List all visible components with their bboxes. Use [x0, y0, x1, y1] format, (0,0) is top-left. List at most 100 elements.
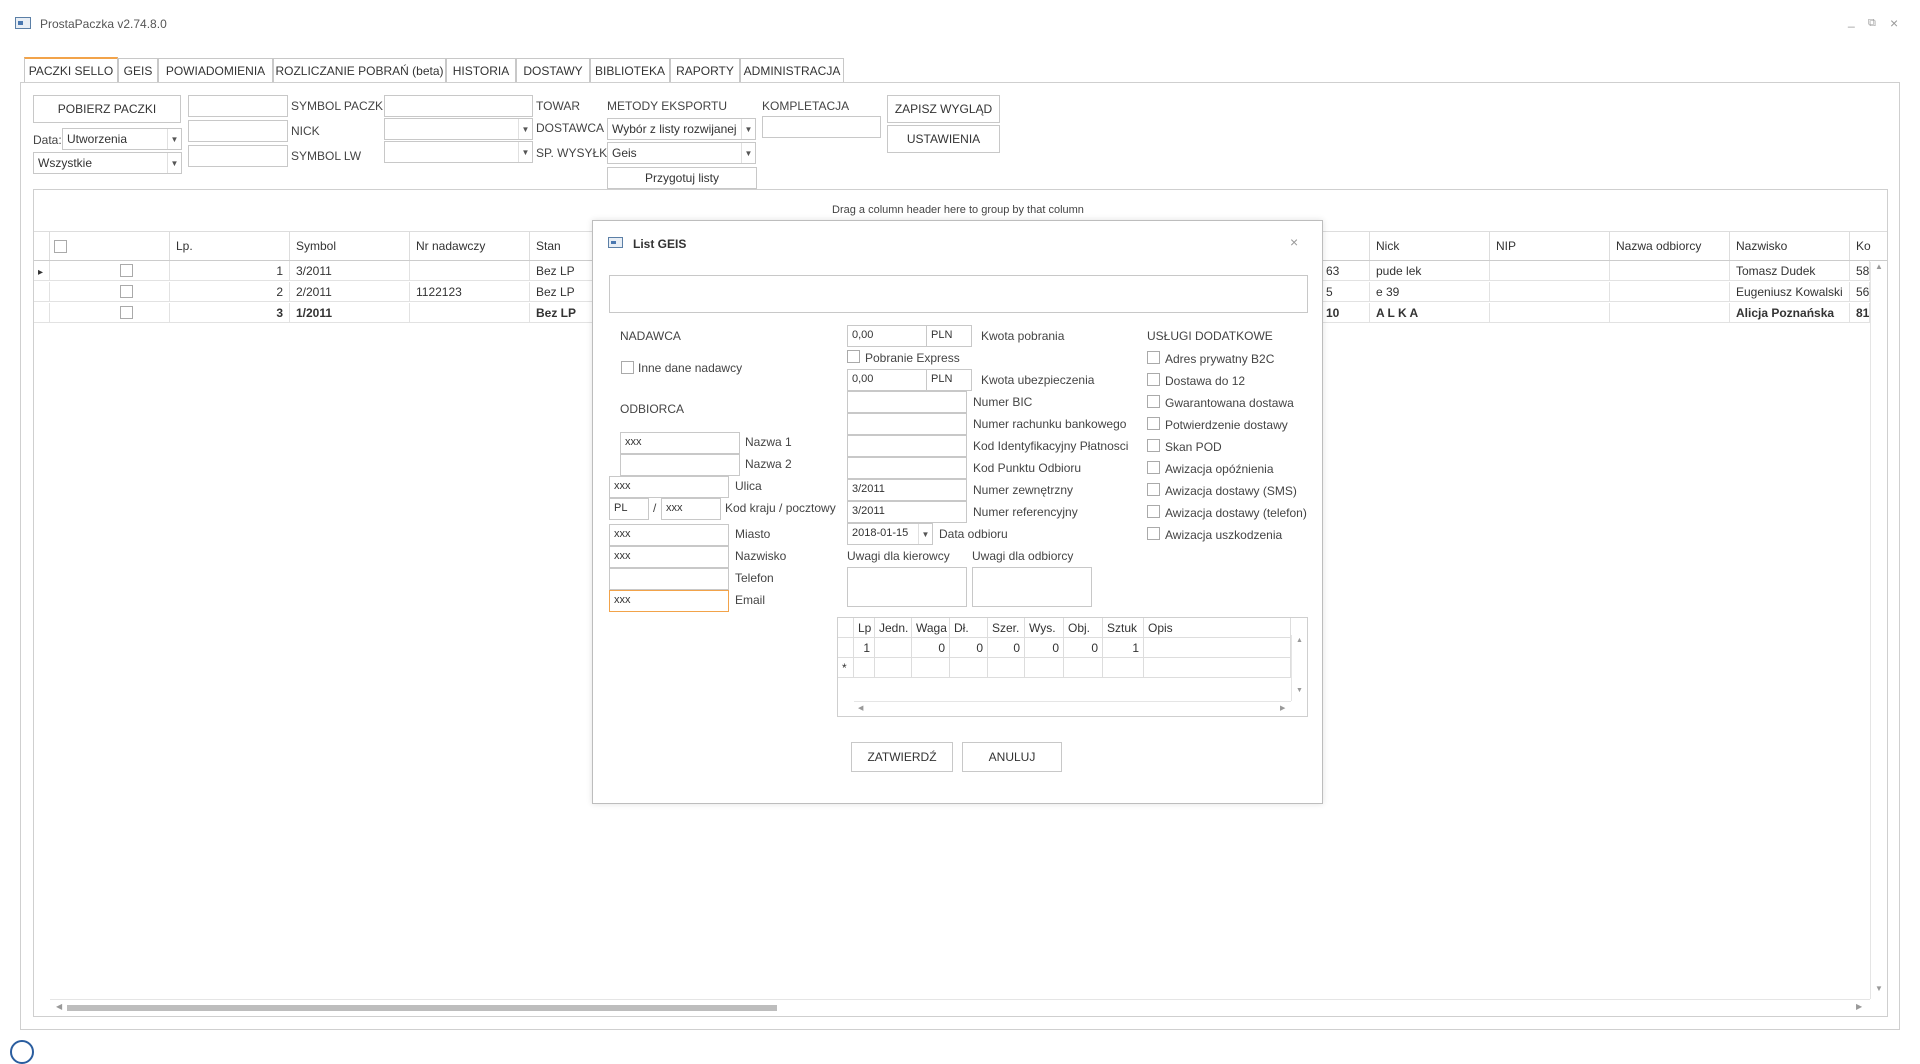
uwagi-odbiorcy-input[interactable]: [972, 567, 1092, 607]
cell-nick[interactable]: pude lek: [1370, 261, 1490, 281]
cell-ko[interactable]: 81: [1850, 303, 1870, 323]
subgrid-new-cell[interactable]: [875, 658, 912, 678]
row-checkbox[interactable]: [120, 306, 133, 319]
subgrid-cell[interactable]: [1144, 638, 1291, 658]
vertical-scrollbar[interactable]: ▲ ▼: [1870, 262, 1886, 999]
cell-ko[interactable]: 56-: [1850, 282, 1870, 302]
nazwa1-input[interactable]: xxx: [620, 432, 740, 454]
cell-nazwa-odbiorcy[interactable]: [1610, 261, 1730, 281]
subgrid-new-cell[interactable]: [1064, 658, 1103, 678]
cell-nip[interactable]: [1490, 282, 1610, 302]
subgrid-header-col[interactable]: Sztuk: [1103, 618, 1144, 638]
numer-zewnetrzny-input[interactable]: 3/2011: [847, 479, 967, 501]
status-filter-select[interactable]: Wszystkie ▼: [33, 152, 182, 174]
cell-symbol[interactable]: 3/2011: [290, 261, 410, 281]
subgrid-header-col[interactable]: Opis: [1144, 618, 1291, 638]
row-select[interactable]: [50, 261, 170, 281]
telefon-input[interactable]: [609, 568, 729, 590]
cell-nick[interactable]: e 39: [1370, 282, 1490, 302]
grid-header-nazwisko[interactable]: Nazwisko: [1730, 232, 1850, 260]
ulica-input[interactable]: xxx: [609, 476, 729, 498]
data-type-select[interactable]: Utworzenia ▼: [62, 128, 182, 150]
subgrid-cell[interactable]: 0: [1064, 638, 1103, 658]
subgrid-header-col[interactable]: Dł.: [950, 618, 988, 638]
subgrid-cell[interactable]: 0: [988, 638, 1025, 658]
cell-nip[interactable]: [1490, 261, 1610, 281]
grid-header-nick[interactable]: Nick: [1370, 232, 1490, 260]
usluga-checkbox[interactable]: [1147, 417, 1160, 430]
symbol-lw-input[interactable]: [188, 145, 288, 167]
cell-nazwisko[interactable]: Tomasz Dudek: [1730, 261, 1850, 281]
select-all-checkbox[interactable]: [54, 240, 67, 253]
usluga-checkbox[interactable]: [1147, 439, 1160, 452]
scroll-up-icon[interactable]: ▲: [1875, 262, 1883, 271]
grid-header-stan[interactable]: Stan: [530, 232, 600, 260]
subgrid-header-col[interactable]: Obj.: [1064, 618, 1103, 638]
uwagi-kierowcy-input[interactable]: [847, 567, 967, 607]
nazwisko-input[interactable]: xxx: [609, 546, 729, 568]
tab-paczki-sello[interactable]: PACZKI SELLO: [24, 57, 118, 82]
row-checkbox[interactable]: [120, 285, 133, 298]
subgrid-cell[interactable]: 0: [950, 638, 988, 658]
scroll-up-icon[interactable]: ▲: [1296, 637, 1303, 644]
usluga-checkbox[interactable]: [1147, 527, 1160, 540]
scroll-right-icon[interactable]: ▶: [1856, 1002, 1862, 1011]
subgrid-cell[interactable]: 0: [912, 638, 950, 658]
subgrid-cell[interactable]: 1: [1103, 638, 1144, 658]
scroll-right-icon[interactable]: ▶: [1280, 704, 1285, 712]
zapisz-wyglad-button[interactable]: ZAPISZ WYGLĄD: [887, 95, 1000, 123]
cell-lp[interactable]: 3: [170, 303, 290, 323]
tab-historia[interactable]: HISTORIA: [446, 58, 516, 82]
cell-hidden-partial[interactable]: 63: [1320, 261, 1370, 281]
dialog-top-field[interactable]: [609, 275, 1308, 313]
numer-rachunku-input[interactable]: [847, 413, 967, 435]
tab-powiadomienia[interactable]: POWIADOMIENIA: [158, 58, 273, 82]
cell-nr-nadawczy[interactable]: [410, 303, 530, 323]
subgrid-header-col[interactable]: Jedn.: [875, 618, 912, 638]
kwota-ubezpieczenia-input[interactable]: 0,00: [847, 369, 927, 391]
grid-header-nazwa-odbiorcy[interactable]: Nazwa odbiorcy: [1610, 232, 1730, 260]
scroll-down-icon[interactable]: ▼: [1296, 687, 1303, 694]
row-indicator[interactable]: [34, 303, 50, 323]
grid-header-nr-nadawczy[interactable]: Nr nadawczy: [410, 232, 530, 260]
subgrid-header-col[interactable]: Szer.: [988, 618, 1025, 638]
subgrid-header-col[interactable]: Waga: [912, 618, 950, 638]
cell-nazwa-odbiorcy[interactable]: [1610, 303, 1730, 323]
usluga-checkbox[interactable]: [1147, 373, 1160, 386]
metody-eksportu-select[interactable]: Wybór z listy rozwijanej ▼: [607, 118, 756, 140]
tab-dostawy[interactable]: DOSTAWY: [516, 58, 590, 82]
zatwierdz-button[interactable]: ZATWIERDŹ: [851, 742, 953, 772]
numer-referencyjny-input[interactable]: 3/2011: [847, 501, 967, 523]
waluta-ubezpieczenia[interactable]: PLN: [926, 369, 972, 391]
cell-hidden-partial[interactable]: 5: [1320, 282, 1370, 302]
row-select[interactable]: [50, 303, 170, 323]
wysylka-select[interactable]: Geis ▼: [607, 142, 756, 164]
subgrid-cell[interactable]: [875, 638, 912, 658]
scroll-down-icon[interactable]: ▼: [1875, 984, 1883, 993]
cell-symbol[interactable]: 2/2011: [290, 282, 410, 302]
tab-administracja[interactable]: ADMINISTRACJA: [740, 58, 844, 82]
minimize-icon[interactable]: _: [1848, 14, 1855, 28]
subgrid-new-cell[interactable]: [950, 658, 988, 678]
cell-ko[interactable]: 58-: [1850, 261, 1870, 281]
grid-header-symbol[interactable]: Symbol: [290, 232, 410, 260]
tab-biblioteka[interactable]: BIBLIOTEKA: [590, 58, 670, 82]
scroll-left-icon[interactable]: ◀: [858, 704, 863, 712]
usluga-checkbox[interactable]: [1147, 395, 1160, 408]
tab-rozliczanie-pobran[interactable]: ROZLICZANIE POBRAŃ (beta): [273, 58, 446, 82]
subgrid-vscroll[interactable]: ▲ ▼: [1291, 635, 1307, 701]
subgrid-new-cell[interactable]: [1144, 658, 1291, 678]
kwota-pobrania-input[interactable]: 0,00: [847, 325, 927, 347]
waluta-pobrania[interactable]: PLN: [926, 325, 972, 347]
cell-hidden-partial[interactable]: 10: [1320, 303, 1370, 323]
cell-nip[interactable]: [1490, 303, 1610, 323]
subgrid-cell[interactable]: 0: [1025, 638, 1064, 658]
row-checkbox[interactable]: [120, 264, 133, 277]
tab-geis[interactable]: GEIS: [118, 58, 158, 82]
subgrid-header-lp[interactable]: Lp: [854, 618, 875, 638]
pobierz-paczki-button[interactable]: POBIERZ PACZKI: [33, 95, 181, 123]
dostawca-select[interactable]: ▼: [384, 118, 533, 140]
sp-wysylki-select[interactable]: ▼: [384, 141, 533, 163]
cell-symbol[interactable]: 1/2011: [290, 303, 410, 323]
kod-ident-input[interactable]: [847, 435, 967, 457]
